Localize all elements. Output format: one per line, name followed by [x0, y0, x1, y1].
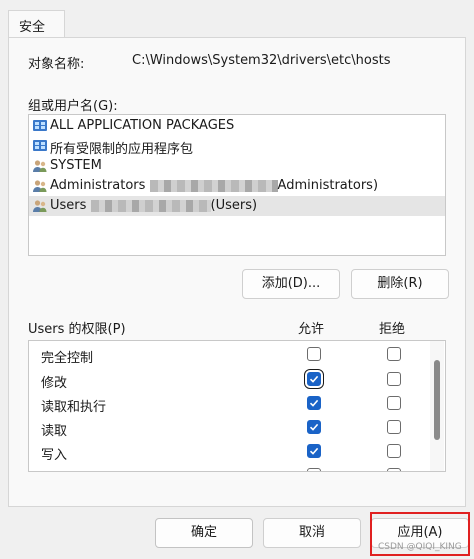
user-item-administrators[interactable]: Administrators Administrators) [29, 176, 445, 196]
ok-button[interactable]: 确定 [155, 518, 253, 548]
checkmark-icon [309, 399, 319, 407]
users-icon [32, 178, 48, 194]
permission-row: 完全控制 [29, 343, 429, 367]
user-item-label: ALL APPLICATION PACKAGES [50, 118, 235, 133]
scrollbar-thumb[interactable] [434, 360, 440, 440]
deny-checkbox[interactable] [387, 347, 401, 361]
tab-security[interactable]: 安全 [8, 10, 65, 38]
allow-column-header: 允许 [298, 322, 325, 337]
permission-row: 读取和执行 [29, 392, 429, 416]
checkmark-icon [309, 423, 319, 431]
tab-security-label: 安全 [19, 20, 46, 35]
cancel-button[interactable]: 取消 [263, 518, 361, 548]
user-item-label: Administrators [50, 178, 146, 193]
allow-checkbox[interactable] [307, 396, 321, 410]
allow-checkbox[interactable] [307, 444, 321, 458]
user-item-restricted-app-packages[interactable]: 所有受限制的应用程序包 [29, 136, 445, 157]
user-item-suffix: Administrators) [277, 178, 379, 193]
user-item-label: Users [50, 198, 87, 213]
redacted-block [149, 179, 278, 192]
permission-row: 修改 [29, 368, 429, 392]
redacted-block [90, 199, 211, 212]
user-item-label: SYSTEM [50, 158, 102, 173]
deny-column-header: 拒绝 [379, 322, 406, 337]
app-packages-icon [32, 138, 48, 154]
allow-checkbox[interactable] [307, 347, 321, 361]
users-icon [32, 158, 48, 174]
user-item-label: 所有受限制的应用程序包 [50, 142, 194, 157]
permission-label: 修改 [41, 376, 68, 391]
permissions-label: Users 的权限(P) [28, 322, 126, 337]
add-button[interactable]: 添加(D)... [242, 269, 340, 299]
users-icon [32, 198, 48, 214]
object-name-value: C:\Windows\System32\drivers\etc\hosts [132, 53, 391, 68]
allow-checkbox[interactable] [304, 369, 324, 389]
deny-checkbox[interactable] [387, 468, 401, 471]
user-list[interactable]: ALL APPLICATION PACKAGES 所有受限制的应用程序包 SYS… [28, 114, 446, 256]
deny-checkbox[interactable] [387, 372, 401, 386]
deny-checkbox[interactable] [387, 396, 401, 410]
app-packages-icon [32, 118, 48, 134]
user-item-system[interactable]: SYSTEM [29, 156, 445, 176]
remove-button[interactable]: 删除(R) [351, 269, 449, 299]
checkmark-icon [309, 375, 319, 383]
object-name-label: 对象名称: [28, 57, 85, 72]
permission-row: 写入 [29, 440, 429, 464]
watermark: CSDN @QIQI_KING [378, 542, 462, 552]
user-item-suffix: (Users) [210, 198, 258, 213]
user-item-users[interactable]: Users (Users) [29, 196, 445, 216]
permission-label: 读取 [41, 424, 68, 439]
deny-checkbox[interactable] [387, 444, 401, 458]
user-item-all-app-packages[interactable]: ALL APPLICATION PACKAGES [29, 116, 445, 136]
permission-row-partial [29, 464, 429, 471]
user-item-text: Users (Users) [50, 198, 257, 213]
permission-label: 写入 [41, 448, 68, 463]
permissions-list: 完全控制 修改 读取和执行 读取 写入 [28, 340, 446, 472]
permission-row: 读取 [29, 416, 429, 440]
allow-checkbox[interactable] [307, 468, 321, 471]
permission-label: 读取和执行 [41, 400, 107, 415]
deny-checkbox[interactable] [387, 420, 401, 434]
checkmark-icon [309, 447, 319, 455]
groups-label: 组或用户名(G): [28, 99, 118, 114]
user-item-text: Administrators Administrators) [50, 178, 378, 193]
permission-label: 完全控制 [41, 351, 94, 366]
allow-checkbox[interactable] [307, 420, 321, 434]
